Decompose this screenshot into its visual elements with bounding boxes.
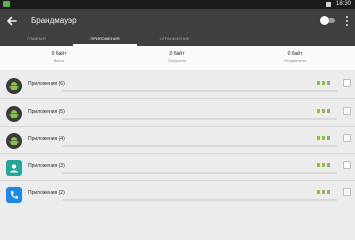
- app-checkbox[interactable]: [343, 107, 351, 115]
- tab-limits[interactable]: ОГРАНИЧЕНИЕ: [137, 32, 212, 46]
- network-status-icon: [313, 135, 333, 141]
- summary-sent: 0 байт Отправлено: [236, 51, 354, 64]
- usage-bar: [62, 199, 337, 201]
- android-icon: [6, 106, 22, 122]
- back-arrow-icon[interactable]: [4, 13, 20, 29]
- network-status-icon: [313, 80, 333, 86]
- app-checkbox[interactable]: [343, 79, 351, 87]
- summary-label: Получено: [167, 58, 187, 63]
- app-bar: Брандмауэр: [0, 9, 355, 32]
- app-group-label: Приложения (6): [28, 81, 65, 87]
- android-icon: [6, 133, 22, 149]
- usage-bar: [62, 145, 337, 147]
- list-item[interactable]: Приложения (2): [0, 183, 355, 207]
- list-item[interactable]: Приложения (6): [0, 74, 355, 98]
- app-group-label: Приложения (5): [28, 109, 65, 115]
- overflow-menu-icon[interactable]: [343, 14, 351, 28]
- app-group-label: Приложения (2): [28, 190, 65, 196]
- summary-value: 0 байт: [287, 51, 303, 57]
- summary-total: 0 байт Всего: [0, 51, 118, 64]
- summary-received: 0 байт Получено: [118, 51, 236, 64]
- contacts-icon: [6, 160, 22, 176]
- usage-bar: [62, 118, 337, 120]
- phone-icon: [6, 187, 22, 203]
- android-icon: [6, 78, 22, 94]
- summary-label: Всего: [53, 58, 65, 63]
- list-item[interactable]: Приложения (4): [0, 129, 355, 153]
- tab-bar: ГЛАВНАЯ ПРИЛОЖЕНИЯ ОГРАНИЧЕНИЕ: [0, 32, 355, 46]
- app-group-label: Приложения (3): [28, 163, 65, 169]
- app-checkbox[interactable]: [343, 134, 351, 142]
- usage-bar: [62, 90, 337, 92]
- app-checkbox[interactable]: [343, 161, 351, 169]
- notification-icon: [3, 1, 10, 7]
- toggle-thumb: [320, 16, 329, 25]
- traffic-summary: 0 байт Всего 0 байт Получено 0 байт Отпр…: [0, 46, 355, 70]
- page-title: Брандмауэр: [31, 16, 77, 25]
- network-status-icon: [313, 189, 333, 195]
- battery-icon: [326, 2, 331, 7]
- list-item[interactable]: Приложения (5): [0, 102, 355, 126]
- list-item[interactable]: Приложения (3): [0, 156, 355, 180]
- app-group-label: Приложения (4): [28, 136, 65, 142]
- tab-main[interactable]: ГЛАВНАЯ: [0, 32, 73, 46]
- row-divider: [0, 180, 355, 181]
- row-divider: [0, 153, 355, 154]
- summary-label: Отправлено: [283, 58, 307, 63]
- network-status-icon: [313, 108, 333, 114]
- usage-bar: [62, 172, 337, 174]
- summary-value: 0 байт: [51, 51, 67, 57]
- firewall-toggle[interactable]: [320, 16, 335, 25]
- summary-value: 0 байт: [169, 51, 185, 57]
- row-divider: [0, 98, 355, 99]
- status-clock: 18:30: [335, 1, 351, 7]
- status-bar: 18:30: [0, 0, 355, 9]
- network-status-icon: [313, 162, 333, 168]
- app-checkbox[interactable]: [343, 188, 351, 196]
- row-divider: [0, 126, 355, 127]
